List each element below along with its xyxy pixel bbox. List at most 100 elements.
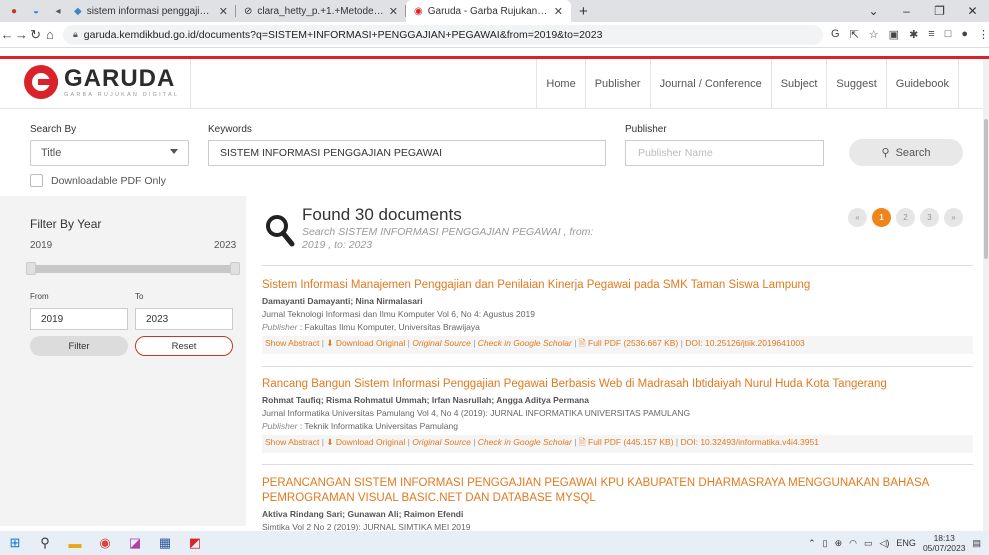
search-by-value: Title <box>41 147 62 159</box>
site-logo[interactable]: GARUDA GARBA RUJUKAN DIGITAL <box>24 65 179 99</box>
from-year-input[interactable] <box>30 308 128 330</box>
original-source-link[interactable]: Original Source <box>412 338 471 348</box>
chrome-icon[interactable]: ◉ <box>90 531 120 555</box>
url-bar[interactable]: 🔒︎ garuda.kemdikbud.go.id/documents?q=SI… <box>63 24 823 45</box>
doi-link[interactable]: DOI: 10.32493/informatika.v4i4.3951 <box>681 437 819 447</box>
checkbox-box[interactable] <box>30 174 43 187</box>
year-slider-min-handle[interactable] <box>26 262 36 275</box>
acrobat-icon[interactable]: ◩ <box>180 531 210 555</box>
tab-group-icon[interactable]: ◒ <box>28 3 44 19</box>
nav-suggest[interactable]: Suggest <box>826 59 885 109</box>
tab-favicon-icon: ◆ <box>74 5 82 17</box>
menu-dots-icon[interactable]: ⋮ <box>978 28 989 41</box>
year-slider-max-handle[interactable] <box>230 262 240 275</box>
full-pdf-link[interactable]: Full PDF (2536.667 KB) <box>588 338 678 348</box>
publisher-name: : Teknik Informatika Universitas Pamulan… <box>299 421 458 431</box>
tab-1[interactable]: ◆ sistem informasi penggajian pegawai ✕ <box>66 0 236 22</box>
result-journal[interactable]: Simtika Vol 2 No 2 (2019): JURNAL SIMTIK… <box>262 522 973 531</box>
word-icon[interactable]: ▦ <box>150 531 180 555</box>
result-title[interactable]: Rancang Bangun Sistem Informasi Penggaji… <box>262 377 973 392</box>
page-1[interactable]: 1 <box>872 208 891 227</box>
separator: | <box>407 437 410 447</box>
full-pdf-link[interactable]: Full PDF (445.157 KB) <box>588 437 674 447</box>
puzzle-icon[interactable]: ✱ <box>909 28 918 41</box>
new-tab-icon[interactable]: + <box>579 3 588 20</box>
close-icon[interactable]: ✕ <box>389 5 398 18</box>
separator: | <box>574 338 577 348</box>
separator: | <box>473 437 476 447</box>
download-icon: ⬇ <box>326 437 334 447</box>
clock[interactable]: 18:13 05/07/2023 <box>923 533 966 553</box>
sidepanel-icon[interactable]: □ <box>945 28 952 41</box>
restore-icon[interactable]: ❐ <box>923 4 956 18</box>
show-abstract-link[interactable]: Show Abstract <box>265 437 319 447</box>
nav-journal-conference[interactable]: Journal / Conference <box>649 59 771 109</box>
publisher-label: Publisher <box>625 124 667 135</box>
search-button[interactable]: ⚲ Search <box>849 139 963 166</box>
publisher-input[interactable] <box>625 140 824 166</box>
nav-publisher[interactable]: Publisher <box>584 59 650 109</box>
tray-network-icon[interactable]: ⊕ <box>835 538 843 549</box>
windows-start-icon[interactable]: ⊞ <box>0 531 30 555</box>
search-by-select[interactable]: Title <box>30 140 189 166</box>
filter-title: Filter By Year <box>30 217 102 231</box>
nav-home[interactable]: Home <box>536 59 584 109</box>
keywords-input[interactable] <box>208 140 606 166</box>
download-original-link[interactable]: Download Original <box>336 437 405 447</box>
app-a-icon[interactable]: ◪ <box>120 531 150 555</box>
tray-display-icon[interactable]: ▭ <box>864 538 873 549</box>
original-source-link[interactable]: Original Source <box>412 437 471 447</box>
reload-icon[interactable]: ↻ <box>29 27 43 43</box>
profile-icon[interactable]: ● <box>961 28 968 41</box>
tab-label: Garuda - Garba Rujukan Digital <box>427 5 549 17</box>
page-scrollbar[interactable] <box>983 59 989 531</box>
reset-button[interactable]: Reset <box>135 336 233 356</box>
show-abstract-link[interactable]: Show Abstract <box>265 338 319 348</box>
to-year-input[interactable] <box>135 308 233 330</box>
google-scholar-link[interactable]: Check in Google Scholar <box>478 437 572 447</box>
google-icon[interactable]: G <box>831 28 840 41</box>
language-indicator[interactable]: ENG <box>896 538 916 548</box>
tray-wifi-icon[interactable]: ◠ <box>849 538 857 549</box>
notification-icon[interactable]: ▤ <box>972 538 981 549</box>
page-next[interactable]: » <box>944 208 963 227</box>
page-3[interactable]: 3 <box>920 208 939 227</box>
clock-date: 05/07/2023 <box>922 543 966 553</box>
bookmark-star-icon[interactable]: ☆ <box>869 28 879 41</box>
scrollbar-thumb[interactable] <box>984 119 988 259</box>
home-icon[interactable]: ⌂ <box>43 27 57 42</box>
download-original-link[interactable]: Download Original <box>336 338 405 348</box>
doi-link[interactable]: DOI: 10.25126/jtiik.2019641003 <box>685 338 805 348</box>
result-journal[interactable]: Jurnal Informatika Universitas Pamulang … <box>262 408 973 418</box>
tray-chevron-icon[interactable]: ⌃ <box>808 538 816 549</box>
audio-icon[interactable]: ◂ <box>50 3 66 19</box>
nav-guidebook[interactable]: Guidebook <box>885 59 959 109</box>
extension-icon[interactable]: ▣ <box>889 28 899 41</box>
close-window-icon[interactable]: ✕ <box>956 4 989 18</box>
minimize-icon[interactable]: – <box>890 4 923 18</box>
forward-icon[interactable]: → <box>14 27 28 42</box>
google-scholar-link[interactable]: Check in Google Scholar <box>478 338 572 348</box>
result-title[interactable]: Sistem Informasi Manajemen Penggajian da… <box>262 278 973 293</box>
nav-subject[interactable]: Subject <box>770 59 827 109</box>
year-slider-track[interactable] <box>30 265 239 273</box>
back-icon[interactable]: ← <box>0 27 14 42</box>
result-title[interactable]: PERANCANGAN SISTEM INFORMASI PENGGAJIAN … <box>262 476 973 506</box>
tab-search-icon[interactable]: ⌄ <box>857 4 890 18</box>
close-icon[interactable]: ✕ <box>554 5 563 18</box>
page-prev[interactable]: « <box>848 208 867 227</box>
result-journal[interactable]: Jurnal Teknologi Informasi dan Ilmu Komp… <box>262 309 973 319</box>
page-2[interactable]: 2 <box>896 208 915 227</box>
filter-button[interactable]: Filter <box>30 336 128 356</box>
volume-icon[interactable]: ◁) <box>880 538 890 549</box>
taskbar-search-icon[interactable]: ⚲ <box>30 531 60 555</box>
close-icon[interactable]: ✕ <box>219 5 228 18</box>
tab-3[interactable]: ◉ Garuda - Garba Rujukan Digital ✕ <box>406 0 571 22</box>
file-explorer-icon[interactable]: ▬ <box>60 531 90 555</box>
page-top-spacer <box>0 48 989 56</box>
reading-list-icon[interactable]: ≡ <box>928 28 934 41</box>
pdf-only-checkbox[interactable]: Downloadable PDF Only <box>30 174 166 187</box>
share-icon[interactable]: ⇱ <box>850 28 859 41</box>
tab-2[interactable]: ⊘ clara_hetty_p.+1.+Metode+Syste ✕ <box>236 0 406 22</box>
tray-app-icon[interactable]: ▯ <box>823 538 828 549</box>
